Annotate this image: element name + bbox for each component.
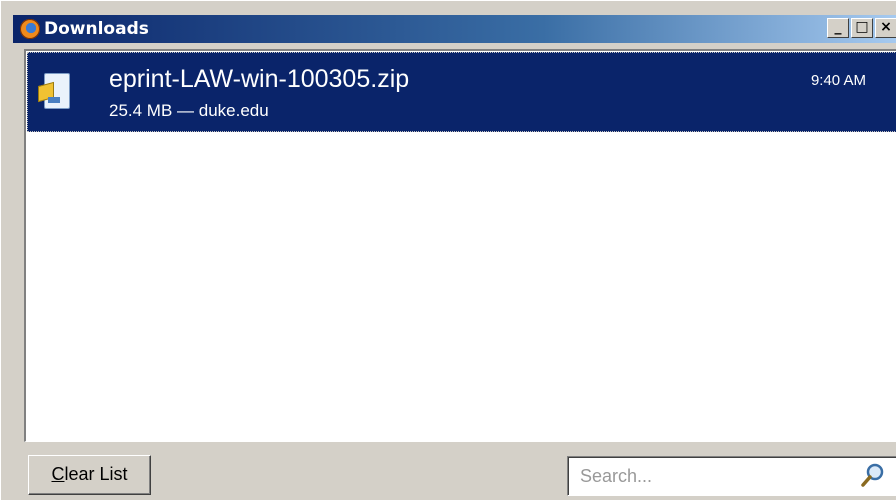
- download-item[interactable]: eprint-LAW-win-100305.zip 25.4 MB — duke…: [27, 52, 896, 132]
- search-box[interactable]: [567, 456, 896, 496]
- download-size-source: 25.4 MB — duke.edu: [109, 101, 269, 120]
- download-time: 9:40 AM: [810, 72, 866, 89]
- minimize-button[interactable]: _: [827, 18, 849, 38]
- clear-list-button[interactable]: Clear List: [28, 455, 151, 495]
- close-button[interactable]: ×: [875, 18, 896, 38]
- window-controls: _ □ ×: [827, 18, 896, 38]
- firefox-icon: [20, 19, 40, 39]
- download-file-name: eprint-LAW-win-100305.zip: [109, 65, 410, 93]
- title-bar[interactable]: Downloads _ □ ×: [13, 15, 896, 43]
- zip-file-icon: [44, 73, 70, 109]
- maximize-button[interactable]: □: [851, 18, 873, 38]
- downloads-list[interactable]: eprint-LAW-win-100305.zip 25.4 MB — duke…: [24, 49, 896, 442]
- clear-list-accesskey: C: [51, 464, 65, 484]
- search-input[interactable]: [572, 461, 842, 491]
- search-icon[interactable]: [860, 462, 886, 488]
- clear-list-label: lear List: [64, 464, 128, 484]
- window-title: Downloads: [44, 19, 149, 39]
- downloads-window: Downloads _ □ × eprint-LAW-win-100305.zi…: [0, 0, 896, 500]
